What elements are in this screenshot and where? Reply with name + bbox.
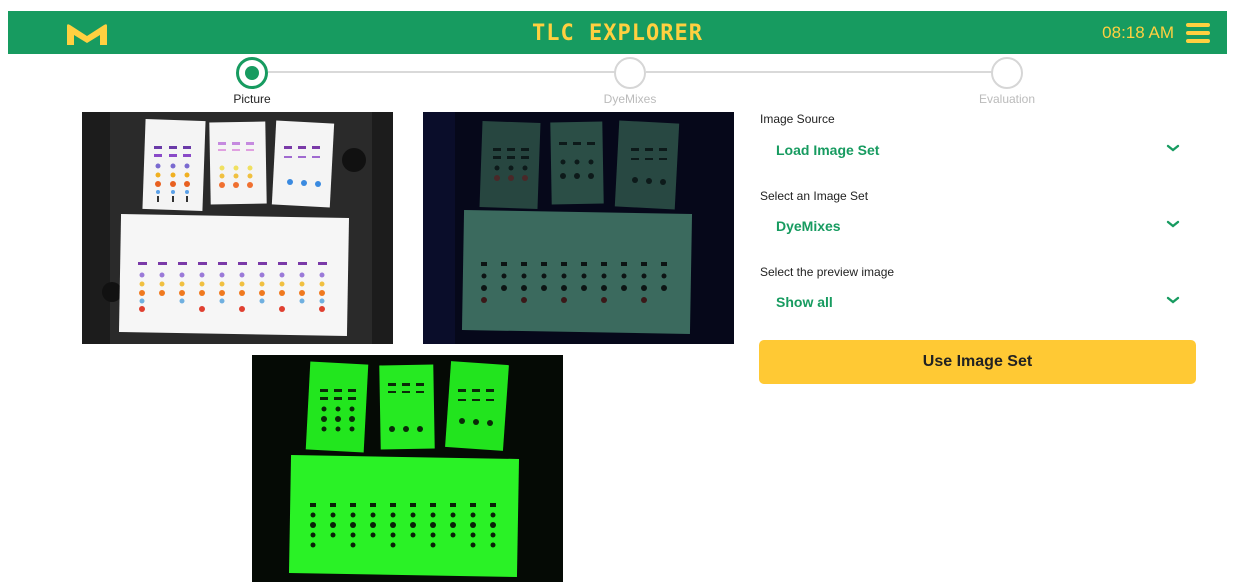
step-picture-circle[interactable] xyxy=(236,57,268,89)
chevron-down-icon xyxy=(1166,144,1180,152)
clock: 08:18 AM xyxy=(1102,23,1174,42)
step-dyemixes-label: DyeMixes xyxy=(603,92,657,106)
step-picture-label: Picture xyxy=(233,92,271,106)
step-connector xyxy=(268,71,615,73)
preview-image-select[interactable]: Show all xyxy=(760,286,1196,318)
uv-dark-image[interactable] xyxy=(423,112,734,344)
step-connector xyxy=(646,71,992,73)
header-bar: TLC EXPLORER 08:18 AM xyxy=(8,11,1227,54)
step-evaluation-label: Evaluation xyxy=(978,92,1036,106)
white-light-image[interactable] xyxy=(82,112,393,344)
image-set-label: Select an Image Set xyxy=(760,189,869,203)
preview-image-value: Show all xyxy=(776,294,833,310)
progress-stepper: Picture DyeMixes Evaluation xyxy=(0,56,1235,108)
step-dyemixes-circle[interactable] xyxy=(614,57,646,89)
uv-green-image[interactable] xyxy=(252,355,563,582)
app-title: TLC EXPLORER xyxy=(532,21,703,46)
image-source-select[interactable]: Load Image Set xyxy=(760,134,1196,166)
chevron-down-icon xyxy=(1166,296,1180,304)
preview-image-label: Select the preview image xyxy=(760,265,895,279)
hamburger-menu-icon[interactable] xyxy=(1186,23,1210,43)
image-source-value: Load Image Set xyxy=(776,142,880,158)
step-evaluation-circle[interactable] xyxy=(991,57,1023,89)
image-source-label: Image Source xyxy=(760,112,835,126)
image-set-value: DyeMixes xyxy=(776,218,841,234)
use-image-set-button[interactable]: Use Image Set xyxy=(759,340,1196,384)
image-set-select[interactable]: DyeMixes xyxy=(760,210,1196,242)
app-root: TLC EXPLORER 08:18 AM Picture DyeMixes E… xyxy=(0,0,1235,582)
chevron-down-icon xyxy=(1166,220,1180,228)
